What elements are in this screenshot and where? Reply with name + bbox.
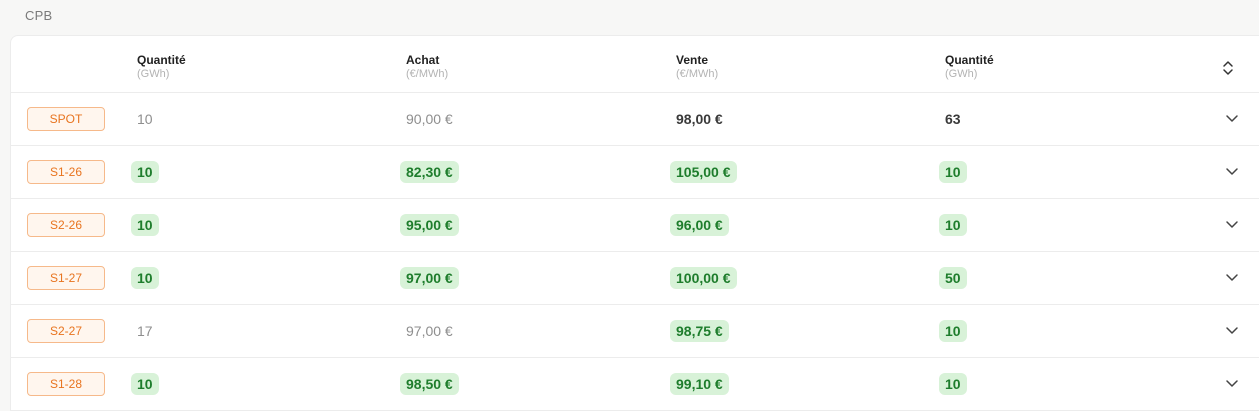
chevron-down-icon[interactable] (1225, 272, 1239, 284)
chevron-down-icon[interactable] (1225, 166, 1239, 178)
sell-price-cell: 99,10 € (670, 373, 729, 395)
quantity-buy-cell: 10 (131, 267, 159, 289)
sell-price-cell: 100,00 € (670, 267, 737, 289)
chevron-down-icon[interactable] (1225, 325, 1239, 337)
chevron-down-icon[interactable] (1225, 219, 1239, 231)
sell-price-cell: 98,00 € (676, 111, 723, 127)
cpb-table: Quantité (GWh) Achat (€/MWh) Vente (€/MW… (10, 35, 1259, 411)
table-row[interactable]: S2-26 10 95,00 € 96,00 € 10 (11, 199, 1259, 252)
period-badge: S1-28 (27, 372, 105, 396)
table-row[interactable]: S1-27 10 97,00 € 100,00 € 50 (11, 252, 1259, 305)
sell-price-cell: 98,75 € (670, 320, 729, 342)
sell-price-cell: 96,00 € (670, 214, 729, 236)
header-label: Vente (676, 53, 709, 67)
table-row[interactable]: S2-27 17 97,00 € 98,75 € 10 (11, 305, 1259, 358)
quantity-buy-cell: 10 (131, 161, 159, 183)
quantity-sell-cell: 10 (939, 161, 967, 183)
buy-price-cell: 95,00 € (400, 214, 459, 236)
quantity-sell-cell: 63 (945, 111, 961, 127)
header-quantity-sell[interactable]: Quantité (GWh) (945, 53, 994, 81)
quantity-sell-cell: 10 (939, 320, 967, 342)
quantity-sell-cell: 10 (939, 373, 967, 395)
header-label: Achat (406, 53, 440, 67)
header-quantity-buy[interactable]: Quantité (GWh) (137, 53, 186, 81)
quantity-buy-cell: 17 (137, 323, 153, 339)
section-title: CPB (25, 8, 53, 23)
chevron-down-icon[interactable] (1225, 113, 1239, 125)
sell-price-cell: 105,00 € (670, 161, 737, 183)
period-badge: S1-26 (27, 160, 105, 184)
quantity-buy-cell: 10 (137, 111, 153, 127)
header-label: Quantité (137, 53, 186, 67)
period-badge: S1-27 (27, 266, 105, 290)
period-badge: S2-27 (27, 319, 105, 343)
header-buy-price[interactable]: Achat (€/MWh) (406, 53, 448, 81)
sort-icon[interactable] (1221, 60, 1235, 76)
quantity-sell-cell: 50 (939, 267, 967, 289)
header-unit: (€/MWh) (406, 68, 449, 80)
buy-price-cell: 98,50 € (400, 373, 459, 395)
header-unit: (GWh) (137, 68, 170, 80)
header-sell-price[interactable]: Vente (€/MWh) (676, 53, 718, 81)
quantity-sell-cell: 10 (939, 214, 967, 236)
table-row[interactable]: S1-26 10 82,30 € 105,00 € 10 (11, 146, 1259, 199)
chevron-down-icon[interactable] (1225, 378, 1239, 390)
period-badge: SPOT (27, 107, 105, 131)
table-row[interactable]: SPOT 10 90,00 € 98,00 € 63 (11, 93, 1259, 146)
header-unit: (GWh) (945, 68, 978, 80)
header-unit: (€/MWh) (676, 68, 719, 80)
period-badge: S2-26 (27, 213, 105, 237)
buy-price-cell: 90,00 € (406, 111, 453, 127)
buy-price-cell: 82,30 € (400, 161, 459, 183)
table-row[interactable]: S1-28 10 98,50 € 99,10 € 10 (11, 358, 1259, 411)
quantity-buy-cell: 10 (131, 373, 159, 395)
quantity-buy-cell: 10 (131, 214, 159, 236)
buy-price-cell: 97,00 € (406, 323, 453, 339)
table-header: Quantité (GWh) Achat (€/MWh) Vente (€/MW… (11, 36, 1259, 93)
table-body: SPOT 10 90,00 € 98,00 € 63 S1-26 10 82,30 € 105,… (11, 93, 1259, 411)
header-label: Quantité (945, 53, 994, 67)
buy-price-cell: 97,00 € (400, 267, 459, 289)
